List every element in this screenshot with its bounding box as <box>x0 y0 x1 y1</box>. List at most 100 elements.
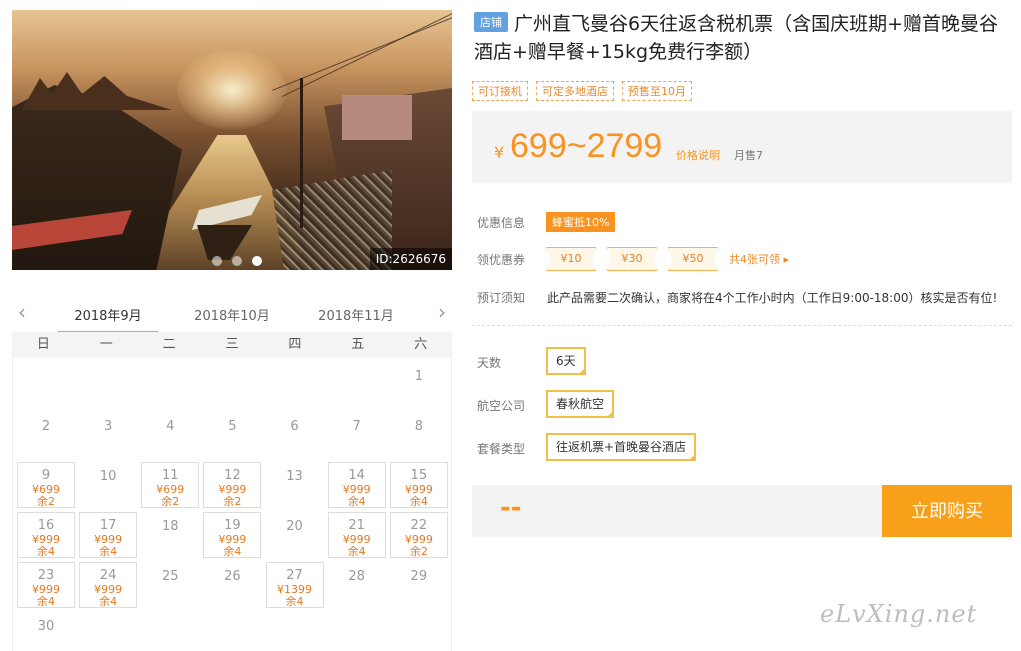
calendar-day-available[interactable]: 24 ¥999 余4 <box>79 562 138 608</box>
day-number: 18 <box>161 519 179 534</box>
day-number: 23 <box>37 568 55 583</box>
day-stock: 余4 <box>99 545 118 558</box>
day-stock: 余4 <box>347 495 366 508</box>
calendar-day: 10 <box>79 462 137 508</box>
day-stock: 余2 <box>223 495 242 508</box>
buy-now-button[interactable]: 立即购买 <box>882 485 1012 537</box>
weekday-thu: 四 <box>288 337 302 352</box>
day-number: 1 <box>414 369 423 384</box>
coupon-10[interactable]: ¥10 <box>546 247 596 271</box>
day-number: 15 <box>410 468 428 483</box>
calendar-day: 3 <box>79 412 137 458</box>
watermark-logo: eLvXing.net <box>820 600 978 628</box>
calendar-day: 26 <box>203 562 261 608</box>
option-days-selected[interactable]: 6天 <box>546 347 586 375</box>
calendar-day: 29 <box>390 562 448 608</box>
slide-dot[interactable] <box>252 256 262 266</box>
calendar-day: 28 <box>328 562 386 608</box>
notice-text: 此产品需要二次确认，商家将在4个工作小时内（工作日9:00-18:00）核实是否… <box>547 291 998 305</box>
calendar-day: 20 <box>266 512 324 558</box>
discount-label: 优惠信息 <box>477 216 526 230</box>
slide-dot[interactable] <box>212 256 222 266</box>
coupon-50[interactable]: ¥50 <box>668 247 718 271</box>
day-number: 30 <box>37 619 55 634</box>
day-number: 3 <box>103 419 113 434</box>
calendar-day-available[interactable]: 23 ¥999 余4 <box>17 562 75 608</box>
slide-dot[interactable] <box>232 256 242 266</box>
section-divider <box>472 325 1012 326</box>
weekday-fri: 五 <box>351 337 365 352</box>
tab-month-nov[interactable]: 2018年11月 <box>306 305 406 324</box>
day-stock: 余2 <box>37 495 55 508</box>
slide-dots <box>212 256 262 266</box>
day-number: 8 <box>414 419 423 434</box>
day-number: 13 <box>286 469 303 484</box>
calendar-day-available[interactable]: 15 ¥999 余4 <box>389 462 448 508</box>
calendar-day: 1 <box>390 362 448 408</box>
day-number: 21 <box>348 518 365 533</box>
day-number: 20 <box>286 519 303 534</box>
calendar-day: 5 <box>203 412 261 458</box>
calendar-day-available[interactable]: 19 ¥999 余4 <box>203 512 262 558</box>
day-stock: 余4 <box>99 595 118 608</box>
calendar-day: 30 <box>17 612 75 651</box>
option-package-selected[interactable]: 往返机票+首晚曼谷酒店 <box>546 433 697 461</box>
tag-pickup: 可订接机 <box>472 81 528 101</box>
photo-wire <box>282 10 452 97</box>
shop-badge[interactable]: 店铺 <box>474 12 508 32</box>
coupon-more-link[interactable]: 共4张可领 ▸ <box>729 251 789 267</box>
day-number: 24 <box>99 568 117 583</box>
weekday-sun: 日 <box>36 337 50 352</box>
calendar-day: 18 <box>141 512 199 558</box>
option-days-label: 天数 <box>477 356 502 370</box>
day-number: 29 <box>410 569 428 584</box>
calendar-day-available[interactable]: 14 ¥999 余4 <box>327 462 386 508</box>
day-number: 28 <box>348 569 365 584</box>
day-number: 14 <box>348 468 365 483</box>
calendar-day-available[interactable]: 9 ¥699 余2 <box>17 462 75 508</box>
day-number: 22 <box>410 518 428 533</box>
day-number: 25 <box>161 569 179 584</box>
photo-sun <box>177 50 287 130</box>
calendar-day: 4 <box>141 412 199 458</box>
weekday-mon: 一 <box>99 337 113 352</box>
price-note-link[interactable]: 价格说明 <box>676 147 720 163</box>
weekday-wed: 三 <box>225 337 239 352</box>
discount-badge: 蜂蜜抵10% <box>546 212 616 232</box>
product-photo[interactable]: ID:2626676 <box>12 10 452 270</box>
calendar-day-available[interactable]: 11 ¥699 余2 <box>141 462 200 508</box>
weekday-tue: 二 <box>162 337 176 352</box>
day-stock: 余4 <box>37 545 55 558</box>
day-number: 4 <box>166 419 175 434</box>
photo-id-label: ID:2626676 <box>369 248 452 270</box>
coupon-30[interactable]: ¥30 <box>607 247 657 271</box>
coupon-label: 领优惠券 <box>477 253 526 267</box>
calendar-day-available[interactable]: 16 ¥999 余4 <box>17 512 75 558</box>
calendar-day-available[interactable]: 22 ¥999 余2 <box>389 512 448 558</box>
calendar-day-available[interactable]: 17 ¥999 余4 <box>79 512 138 558</box>
day-stock: 余4 <box>223 545 242 558</box>
option-airline-selected[interactable]: 春秋航空 <box>546 390 615 418</box>
day-number: 17 <box>99 518 117 533</box>
chevron-left-icon[interactable]: ‹ <box>18 302 26 322</box>
day-stock: 余4 <box>409 495 428 508</box>
calendar-header: ‹ 2018年9月 2018年10月 2018年11月 › <box>12 296 452 334</box>
photo-pink-building <box>342 95 412 140</box>
calendar-day-available[interactable]: 21 ¥999 余4 <box>327 512 386 558</box>
weekday-sat: 六 <box>414 337 428 352</box>
chevron-right-icon[interactable]: › <box>438 302 446 322</box>
day-number: 11 <box>161 468 179 483</box>
day-stock: 余4 <box>37 595 55 608</box>
tab-month-sep[interactable]: 2018年9月 <box>58 305 158 334</box>
calendar-day-available[interactable]: 27 ¥1399 余4 <box>265 562 324 608</box>
calendar-day-available[interactable]: 12 ¥999 余2 <box>203 462 262 508</box>
price-box: ¥ 699~2799 价格说明 月售7 <box>472 111 1012 183</box>
price-range: 699~2799 <box>510 127 663 165</box>
tab-month-oct[interactable]: 2018年10月 <box>182 305 282 324</box>
day-number: 19 <box>224 518 241 533</box>
tag-hotels: 可定多地酒店 <box>536 81 614 101</box>
day-number: 9 <box>41 468 51 483</box>
day-stock: 余2 <box>409 545 428 558</box>
calendar-weekdays: 日 一 二 三 四 五 六 <box>12 332 452 358</box>
price-currency: ¥ <box>494 143 505 162</box>
